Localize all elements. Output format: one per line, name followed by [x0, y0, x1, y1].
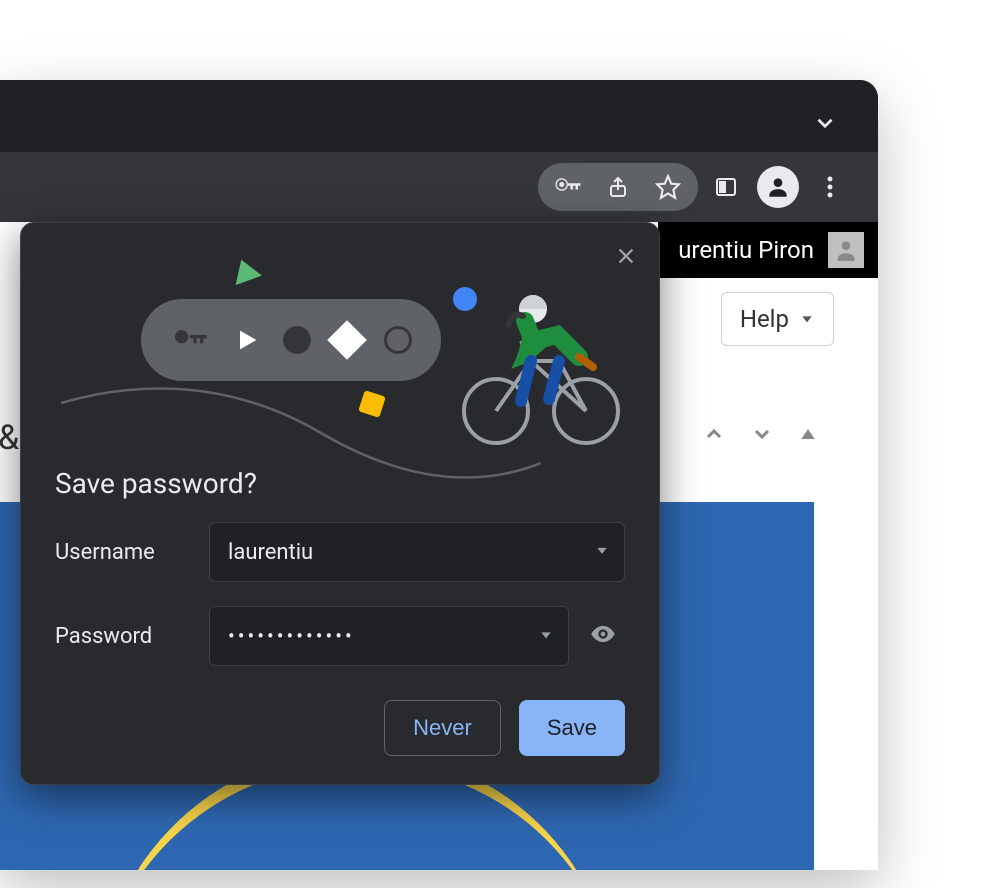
username-value: laurentiu — [228, 540, 313, 565]
collapse-up-icon[interactable] — [702, 422, 726, 450]
password-row: Password ••••••••••••• — [21, 594, 659, 678]
username-field[interactable]: laurentiu — [209, 522, 625, 582]
save-password-dialog: Save password? Username laurentiu Passwo… — [20, 222, 660, 785]
extension-pill — [538, 163, 698, 211]
tab-strip — [0, 80, 878, 152]
dialog-buttons: Never Save — [21, 678, 659, 762]
sort-up-icon[interactable] — [798, 424, 818, 448]
password-pill-graphic — [141, 299, 441, 381]
password-dropdown-icon[interactable] — [538, 624, 554, 648]
cyclist-graphic — [461, 281, 621, 451]
help-dropdown[interactable]: Help — [721, 292, 834, 346]
truncated-heading: & — [0, 418, 19, 458]
save-button[interactable]: Save — [519, 700, 625, 756]
reveal-password-button[interactable] — [583, 620, 623, 652]
username-dropdown-icon[interactable] — [594, 540, 610, 565]
user-avatar[interactable] — [828, 232, 864, 268]
username-label: Username — [55, 540, 195, 565]
kebab-menu-icon[interactable] — [806, 163, 854, 211]
password-key-icon[interactable] — [544, 163, 592, 211]
eye-icon — [589, 620, 617, 648]
browser-toolbar — [0, 152, 878, 222]
caret-down-icon — [799, 311, 815, 327]
user-display-name: urentiu Piron — [678, 236, 814, 264]
help-label: Help — [740, 305, 789, 333]
expand-down-icon[interactable] — [750, 422, 774, 450]
profile-button[interactable] — [754, 163, 802, 211]
user-bar: urentiu Piron — [658, 222, 878, 278]
password-label: Password — [55, 624, 195, 649]
share-icon[interactable] — [594, 163, 642, 211]
star-icon[interactable] — [644, 163, 692, 211]
triangle-accent — [228, 255, 262, 285]
dialog-illustration — [21, 223, 659, 453]
password-mask: ••••••••••••• — [228, 624, 355, 648]
tab-search-dropdown[interactable] — [812, 110, 838, 140]
never-button[interactable]: Never — [384, 700, 501, 756]
password-field[interactable]: ••••••••••••• — [209, 606, 569, 666]
panel-nav-controls — [702, 422, 818, 450]
sidepanel-icon[interactable] — [702, 163, 750, 211]
